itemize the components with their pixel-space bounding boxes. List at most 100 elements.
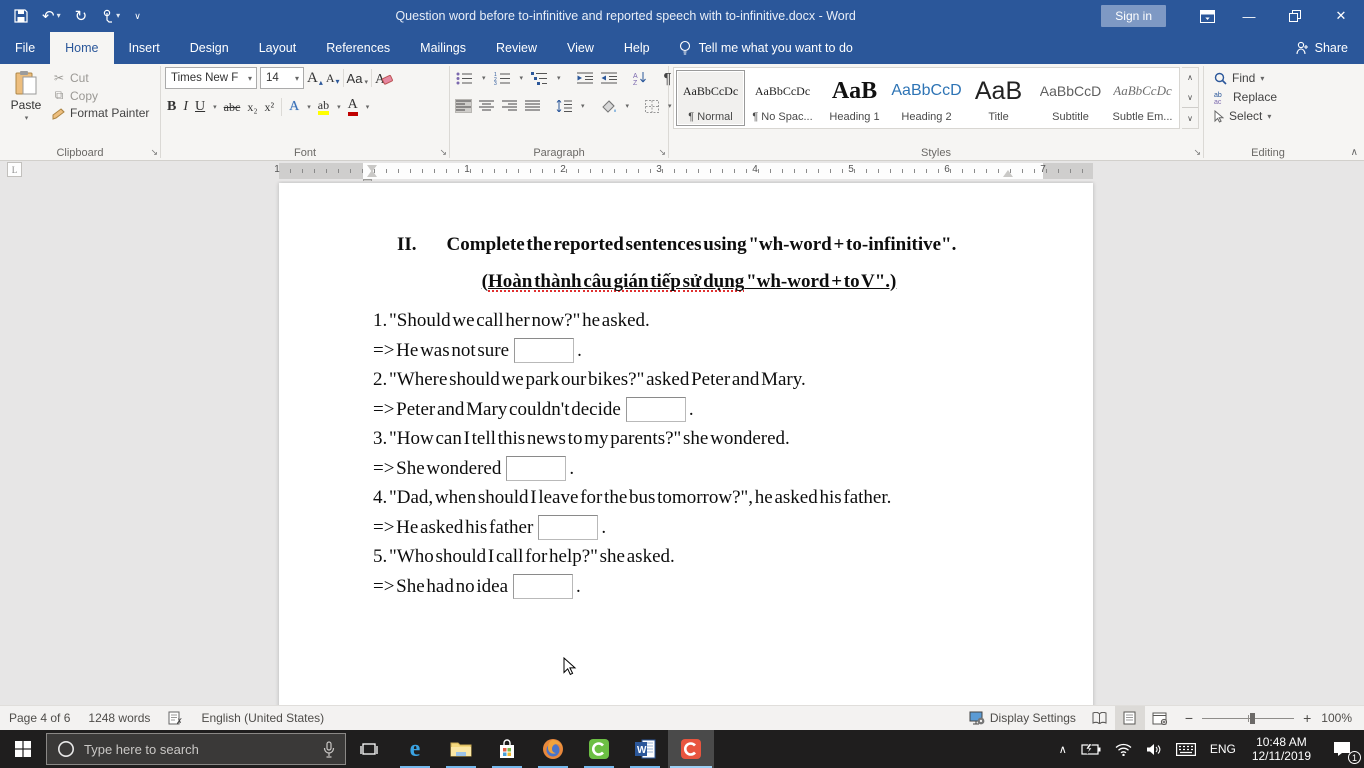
touch-mode-icon[interactable]: ▾ xyxy=(101,9,120,23)
undo-icon[interactable]: ↶▾ xyxy=(42,9,61,24)
wifi-icon[interactable] xyxy=(1108,730,1139,768)
borders-button[interactable] xyxy=(645,100,659,113)
text-effects-button[interactable]: A xyxy=(289,99,299,115)
find-dropdown-icon[interactable]: ▾ xyxy=(1260,74,1264,83)
style-card[interactable]: AaBTitle xyxy=(964,70,1033,126)
copy-button[interactable]: ⧉Copy xyxy=(52,88,149,103)
line-spacing-button[interactable] xyxy=(556,100,572,112)
language-button[interactable]: ENG xyxy=(1203,730,1243,768)
justify-button[interactable] xyxy=(525,100,540,112)
tab-design[interactable]: Design xyxy=(175,32,244,64)
font-family-chevron-icon[interactable]: ▾ xyxy=(244,74,256,83)
taskbar-firefox-button[interactable] xyxy=(530,730,576,768)
font-color-button[interactable]: A xyxy=(348,98,358,116)
numbering-dropdown-icon[interactable]: ▾ xyxy=(520,74,524,82)
close-button[interactable]: ✕ xyxy=(1318,0,1364,32)
right-indent-marker[interactable] xyxy=(1003,170,1013,177)
highlight-button[interactable]: ab xyxy=(318,99,329,115)
answer-blank-field[interactable] xyxy=(538,515,598,540)
align-left-button[interactable] xyxy=(456,100,471,112)
taskbar-search-input[interactable]: Type here to search xyxy=(46,733,346,765)
customize-qat-icon[interactable]: ∨ xyxy=(134,12,141,21)
tab-references[interactable]: References xyxy=(311,32,405,64)
redo-icon[interactable]: ↻ xyxy=(75,9,88,24)
align-right-button[interactable] xyxy=(502,100,517,112)
font-family-select[interactable]: Times New F ▾ xyxy=(165,67,257,89)
taskbar-word-button[interactable]: W xyxy=(622,730,668,768)
page-indicator[interactable]: Page 4 of 6 xyxy=(0,711,79,725)
taskbar-camtasia-button[interactable] xyxy=(576,730,622,768)
taskbar-file-explorer-button[interactable] xyxy=(438,730,484,768)
battery-icon[interactable] xyxy=(1074,730,1108,768)
multilevel-dropdown-icon[interactable]: ▾ xyxy=(557,74,561,82)
increase-indent-button[interactable] xyxy=(601,72,617,84)
align-center-button[interactable] xyxy=(479,100,494,112)
font-size-select[interactable]: 14 ▾ xyxy=(260,67,304,89)
taskbar-camtasia-recorder-button[interactable] xyxy=(668,730,714,768)
clear-formatting-button[interactable]: A xyxy=(375,70,393,86)
paste-dropdown-icon[interactable]: ▾ xyxy=(25,114,29,122)
style-card[interactable]: AaBbCcDc¶ Normal xyxy=(676,70,745,126)
tab-file[interactable]: File xyxy=(0,32,50,64)
proofing-status-icon[interactable]: ✗ xyxy=(159,711,192,725)
find-button[interactable]: Find ▾ xyxy=(1214,71,1322,85)
taskbar-store-button[interactable] xyxy=(484,730,530,768)
start-button[interactable] xyxy=(0,730,46,768)
strikethrough-button[interactable]: abc xyxy=(224,100,241,115)
zoom-out-button[interactable]: − xyxy=(1185,710,1193,726)
tab-view[interactable]: View xyxy=(552,32,609,64)
tab-help[interactable]: Help xyxy=(609,32,665,64)
task-view-button[interactable] xyxy=(346,730,392,768)
font-dialog-launcher-icon[interactable]: ↘ xyxy=(439,147,447,158)
style-card[interactable]: AaBHeading 1 xyxy=(820,70,889,126)
paragraph-dialog-launcher-icon[interactable]: ↘ xyxy=(658,147,666,158)
zoom-percentage[interactable]: 100% xyxy=(1321,711,1364,725)
print-layout-button[interactable] xyxy=(1115,706,1145,731)
cut-button[interactable]: ✂Cut xyxy=(52,71,149,85)
collapse-ribbon-icon[interactable]: ∧ xyxy=(1351,147,1358,158)
tell-me-box[interactable]: Tell me what you want to do xyxy=(665,32,867,64)
zoom-slider-thumb[interactable] xyxy=(1250,713,1255,724)
touch-keyboard-icon[interactable] xyxy=(1169,730,1203,768)
subscript-button[interactable]: x₂ xyxy=(247,100,257,115)
minimize-button[interactable]: — xyxy=(1226,0,1272,32)
bullets-button[interactable] xyxy=(456,72,473,85)
line-spacing-dropdown-icon[interactable]: ▾ xyxy=(581,102,585,110)
text-effects-dropdown-icon[interactable]: ▾ xyxy=(307,103,311,111)
taskbar-edge-button[interactable]: e xyxy=(392,730,438,768)
undo-dropdown-icon[interactable]: ▾ xyxy=(57,12,61,20)
sort-button[interactable]: AZ xyxy=(633,71,648,85)
shading-dropdown-icon[interactable]: ▾ xyxy=(626,102,630,110)
styles-scroll-down-icon[interactable]: ∨ xyxy=(1182,88,1198,108)
bullets-dropdown-icon[interactable]: ▾ xyxy=(482,74,486,82)
word-count[interactable]: 1248 words xyxy=(79,711,159,725)
style-card[interactable]: AaBbCcDHeading 2 xyxy=(892,70,961,126)
numbering-button[interactable]: 123 xyxy=(494,72,511,85)
shading-button[interactable] xyxy=(601,100,617,113)
language-indicator[interactable]: English (United States) xyxy=(192,711,333,725)
style-card[interactable]: AaBbCcDc¶ No Spac... xyxy=(748,70,817,126)
underline-dropdown-icon[interactable]: ▾ xyxy=(213,103,217,111)
display-settings-button[interactable]: Display Settings xyxy=(960,711,1085,725)
read-mode-button[interactable] xyxy=(1085,706,1115,731)
clipboard-dialog-launcher-icon[interactable]: ↘ xyxy=(150,147,158,158)
styles-scroll-up-icon[interactable]: ∧ xyxy=(1182,68,1198,88)
web-layout-button[interactable] xyxy=(1145,706,1175,731)
tab-layout[interactable]: Layout xyxy=(244,32,312,64)
multilevel-list-button[interactable] xyxy=(531,72,548,85)
superscript-button[interactable]: x² xyxy=(265,100,275,115)
shrink-font-button[interactable]: A▾ xyxy=(326,71,340,86)
zoom-slider[interactable] xyxy=(1202,718,1294,719)
styles-more-icon[interactable]: ∨ xyxy=(1182,107,1198,128)
tab-review[interactable]: Review xyxy=(481,32,552,64)
ribbon-display-options-icon[interactable] xyxy=(1188,0,1226,32)
tab-home[interactable]: Home xyxy=(50,32,113,64)
format-painter-button[interactable]: Format Painter xyxy=(52,106,149,120)
horizontal-ruler[interactable]: 11234567 xyxy=(279,163,1093,179)
touch-mode-dropdown-icon[interactable]: ▾ xyxy=(116,12,120,20)
volume-icon[interactable] xyxy=(1139,730,1169,768)
replace-button[interactable]: abac Replace xyxy=(1214,90,1322,104)
font-color-dropdown-icon[interactable]: ▾ xyxy=(366,103,370,111)
answer-blank-field[interactable] xyxy=(514,338,574,363)
hanging-indent-marker[interactable] xyxy=(367,170,377,177)
